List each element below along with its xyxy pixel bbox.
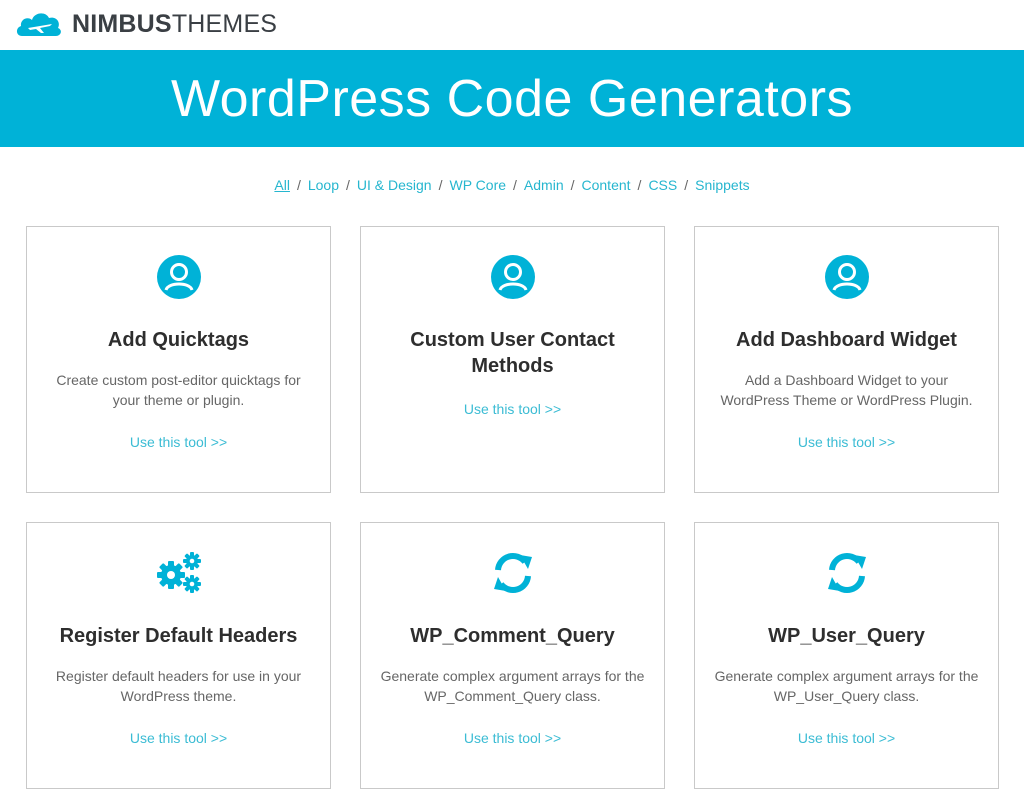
filter-separator: / xyxy=(513,177,517,193)
use-tool-link[interactable]: Use this tool >> xyxy=(361,401,664,417)
filter-separator: / xyxy=(684,177,689,193)
filter-css[interactable]: CSS xyxy=(648,177,677,193)
tool-card-add-quicktags: Add Quicktags Create custom post-editor … xyxy=(26,226,331,493)
icon-wrap xyxy=(27,253,330,301)
card-title: Add Dashboard Widget xyxy=(736,329,957,351)
refresh-icon xyxy=(493,553,532,593)
filter-wp-core[interactable]: WP Core xyxy=(449,177,506,193)
user-icon xyxy=(156,255,201,299)
tool-card-wp-comment-query: WP_Comment_Query Generate complex argume… xyxy=(360,522,665,789)
brand-name-bold: NIMBUS xyxy=(72,10,172,38)
filter-separator: / xyxy=(438,177,443,193)
use-tool-link[interactable]: Use this tool >> xyxy=(27,730,330,746)
card-title: Register Default Headers xyxy=(59,625,298,647)
tool-card-add-dashboard-widget: Add Dashboard Widget Add a Dashboard Wid… xyxy=(694,226,999,493)
filter-all[interactable]: All xyxy=(274,177,290,193)
refresh-icon xyxy=(827,553,866,593)
page-banner: WordPress Code Generators xyxy=(0,50,1024,147)
card-description: Add a Dashboard Widget to your WordPress… xyxy=(720,372,973,408)
filter-loop[interactable]: Loop xyxy=(308,177,339,193)
filter-ui-design[interactable]: UI & Design xyxy=(357,177,432,193)
user-icon xyxy=(490,255,535,299)
icon-wrap xyxy=(695,253,998,301)
tool-card-wp-user-query: WP_User_Query Generate complex argument … xyxy=(694,522,999,789)
card-description: Generate complex argument arrays for the… xyxy=(714,668,979,704)
brand-name-light: THEMES xyxy=(171,10,278,38)
cloud-airplane-icon xyxy=(16,13,61,36)
filter-separator: / xyxy=(296,177,301,193)
card-description: Create custom post-editor quicktags for … xyxy=(56,372,301,408)
page-title: WordPress Code Generators xyxy=(170,69,854,128)
filter-content[interactable]: Content xyxy=(582,177,631,193)
gears-icon xyxy=(156,552,201,593)
card-title: Add Quicktags xyxy=(107,329,250,351)
card-title: WP_User_Query xyxy=(768,625,925,647)
user-icon xyxy=(824,255,869,299)
card-description: Register default headers for use in your… xyxy=(55,668,302,704)
card-title: WP_Comment_Query xyxy=(410,625,615,647)
use-tool-link[interactable]: Use this tool >> xyxy=(695,434,998,450)
icon-wrap xyxy=(27,549,330,597)
card-title: Custom User Contact Methods xyxy=(410,329,615,377)
card-description: Generate complex argument arrays for the… xyxy=(380,668,645,704)
use-tool-link[interactable]: Use this tool >> xyxy=(361,730,664,746)
use-tool-link[interactable]: Use this tool >> xyxy=(27,434,330,450)
filter-separator: / xyxy=(346,177,350,193)
filter-admin[interactable]: Admin xyxy=(524,177,564,193)
icon-wrap xyxy=(361,253,664,301)
tool-card-custom-user-contact-methods: Custom User Contact Methods Use this too… xyxy=(360,226,665,493)
category-filter: All / Loop / UI & Design / WP Core / Admin / Conte… xyxy=(0,177,1024,193)
filter-separator: / xyxy=(570,177,575,193)
brand-logo[interactable]: NIMBUSTHEMES xyxy=(14,6,277,42)
tool-card-register-default-headers: Register Default Headers Register defaul… xyxy=(26,522,331,789)
filter-snippets[interactable]: Snippets xyxy=(695,177,749,193)
icon-wrap xyxy=(695,549,998,597)
filter-separator: / xyxy=(637,177,642,193)
icon-wrap xyxy=(361,549,664,597)
brand-wordmark: NIMBUSTHEMES xyxy=(72,6,277,42)
use-tool-link[interactable]: Use this tool >> xyxy=(695,730,998,746)
